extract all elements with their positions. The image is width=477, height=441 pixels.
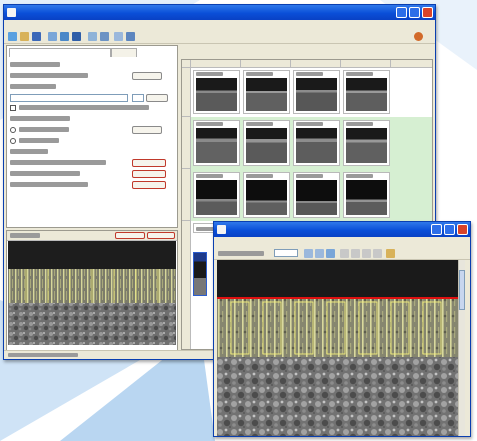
- zoom-level-field[interactable]: [274, 249, 298, 257]
- value-field[interactable]: [132, 94, 144, 102]
- setting-button[interactable]: [132, 72, 162, 80]
- setting-field[interactable]: [10, 94, 128, 102]
- setting-button[interactable]: [132, 159, 166, 167]
- minimize-icon[interactable]: [431, 224, 442, 235]
- maximize-icon[interactable]: [444, 224, 455, 235]
- help-icon[interactable]: [414, 32, 423, 41]
- tab-parameters[interactable]: [9, 48, 111, 57]
- grid-corner: [182, 60, 191, 68]
- grid-cell-thumbnail[interactable]: [343, 172, 390, 218]
- print-icon[interactable]: [48, 32, 57, 41]
- minimize-icon[interactable]: [396, 7, 407, 18]
- preview-header: [7, 231, 177, 241]
- setting-row: [10, 126, 175, 135]
- new-icon[interactable]: [8, 32, 17, 41]
- setting-row: [10, 115, 175, 124]
- preview-button[interactable]: [115, 232, 145, 239]
- scan-icon[interactable]: [60, 32, 69, 41]
- grid-row-header[interactable]: [182, 169, 191, 221]
- grid-cell-thumbnail[interactable]: [193, 172, 240, 218]
- grid-column-header[interactable]: [391, 60, 432, 68]
- zoom-in-icon[interactable]: [304, 249, 313, 258]
- setting-button[interactable]: [132, 126, 162, 134]
- grid-cell-thumbnail[interactable]: [193, 120, 240, 166]
- setting-row: [10, 94, 175, 103]
- setting-row: [10, 61, 175, 70]
- tab-results[interactable]: [111, 48, 137, 57]
- option-radio[interactable]: [10, 138, 16, 144]
- grid-cell-thumbnail[interactable]: [343, 120, 390, 166]
- save-icon[interactable]: [32, 32, 41, 41]
- preview-micrograph: [8, 241, 176, 345]
- line-icon[interactable]: [362, 249, 371, 258]
- report-icon[interactable]: [88, 32, 97, 41]
- option-radio[interactable]: [10, 127, 16, 133]
- grid-row-header[interactable]: [182, 221, 191, 349]
- grid-column-header[interactable]: [191, 60, 241, 68]
- pan-icon[interactable]: [340, 249, 349, 258]
- camera-icon[interactable]: [72, 32, 81, 41]
- fit-icon[interactable]: [326, 249, 335, 258]
- setting-row: [10, 104, 175, 113]
- setting-row: [10, 181, 175, 190]
- image-toolbar: [214, 247, 470, 260]
- undo-icon[interactable]: [386, 249, 395, 258]
- grid-cell-thumbnail[interactable]: [243, 172, 290, 218]
- grid-cell-thumbnail[interactable]: [243, 120, 290, 166]
- image-window-titlebar[interactable]: [214, 222, 470, 237]
- main-menubar: [4, 20, 435, 30]
- main-micrograph: [217, 260, 458, 436]
- settings-icon[interactable]: [100, 32, 109, 41]
- measure-icon[interactable]: [351, 249, 360, 258]
- main-toolbar: [4, 30, 435, 44]
- image-menubar: [214, 237, 470, 247]
- setting-button[interactable]: [146, 94, 168, 102]
- setting-row: [10, 137, 175, 146]
- grid-row-header[interactable]: [182, 117, 191, 169]
- grid-column-header[interactable]: [341, 60, 391, 68]
- setting-button[interactable]: [132, 170, 166, 178]
- grid-row-header[interactable]: [182, 68, 191, 117]
- grid-selected-thumbnail[interactable]: [193, 252, 207, 296]
- preview-button[interactable]: [147, 232, 175, 239]
- maximize-icon[interactable]: [409, 7, 420, 18]
- settings-pane: [6, 45, 178, 228]
- settings-tabs: [9, 48, 169, 57]
- main-window-titlebar[interactable]: [4, 5, 435, 20]
- image-window: [213, 221, 471, 437]
- open-icon[interactable]: [20, 32, 29, 41]
- grid-cell-thumbnail[interactable]: [293, 120, 340, 166]
- image-scrollbar[interactable]: [458, 260, 465, 436]
- grid-cell-thumbnail[interactable]: [293, 172, 340, 218]
- setting-row: [10, 83, 175, 92]
- grid-column-header[interactable]: [291, 60, 341, 68]
- preview-pane: [6, 230, 178, 352]
- setting-row: [10, 72, 175, 81]
- close-icon[interactable]: [457, 224, 468, 235]
- close-icon[interactable]: [422, 7, 433, 18]
- grid-cell-thumbnail[interactable]: [293, 70, 340, 114]
- grid-cell-thumbnail[interactable]: [193, 70, 240, 114]
- grid-cell-thumbnail[interactable]: [343, 70, 390, 114]
- setting-row: [10, 159, 175, 168]
- setting-row: [10, 148, 175, 157]
- setting-checkbox[interactable]: [10, 105, 16, 111]
- rect-icon[interactable]: [373, 249, 382, 258]
- image-window-icon: [217, 225, 226, 234]
- grid-column-header[interactable]: [241, 60, 291, 68]
- grid-icon[interactable]: [114, 32, 123, 41]
- setting-row: [10, 170, 175, 179]
- app-icon: [7, 8, 16, 17]
- setting-button[interactable]: [132, 181, 166, 189]
- zoom-out-icon[interactable]: [315, 249, 324, 258]
- grid-cell-thumbnail[interactable]: [243, 70, 290, 114]
- export-icon[interactable]: [126, 32, 135, 41]
